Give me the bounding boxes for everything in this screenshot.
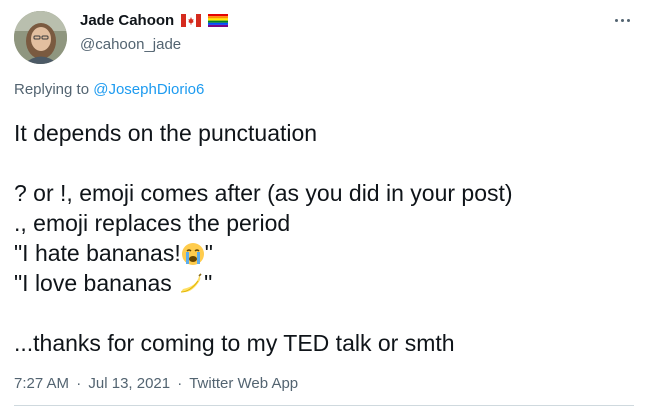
tweet: Jade Cahoon @cahoon_jade Replying to @Jo… <box>0 0 648 414</box>
more-options-icon[interactable] <box>610 12 634 28</box>
tweet-line-love: "I love bananas " <box>14 268 634 298</box>
tweet-source[interactable]: Twitter Web App <box>189 375 298 392</box>
author-name-row: Jade Cahoon <box>80 12 229 29</box>
tweet-date[interactable]: Jul 13, 2021 <box>88 375 170 392</box>
love-close-quote: " <box>204 270 213 296</box>
mention-link[interactable]: @JosephDiorio6 <box>93 81 204 98</box>
meta-separator: · <box>177 375 183 392</box>
tweet-line-hate: "I hate bananas! " <box>14 238 634 268</box>
author-handle[interactable]: @cahoon_jade <box>80 36 181 53</box>
rainbow-flag-icon <box>208 14 229 27</box>
banana-icon <box>181 273 202 293</box>
tweet-line: ., emoji replaces the period <box>14 210 291 236</box>
display-name[interactable]: Jade Cahoon <box>80 12 174 29</box>
tweet-line-closing: ...thanks for coming to my TED talk or s… <box>14 330 455 356</box>
love-text: "I love bananas <box>14 270 179 296</box>
tweet-line: ? or !, emoji comes after (as you did in… <box>14 180 513 206</box>
canada-flag-icon <box>181 14 202 27</box>
tweet-line: It depends on the punctuation <box>14 120 318 146</box>
tweet-time[interactable]: 7:27 AM <box>14 375 69 392</box>
tweet-meta: 7:27 AM · Jul 13, 2021 · Twitter Web App <box>14 375 298 392</box>
divider <box>14 405 634 406</box>
avatar[interactable] <box>14 11 67 64</box>
tweet-text: It depends on the punctuation ? or !, em… <box>14 118 634 358</box>
meta-separator: · <box>76 375 82 392</box>
hate-text: "I hate bananas! <box>14 240 181 266</box>
crying-face-icon <box>181 243 204 265</box>
replying-prefix: Replying to <box>14 81 90 98</box>
hate-close-quote: " <box>204 240 213 266</box>
replying-to: Replying to @JosephDiorio6 <box>14 81 204 98</box>
